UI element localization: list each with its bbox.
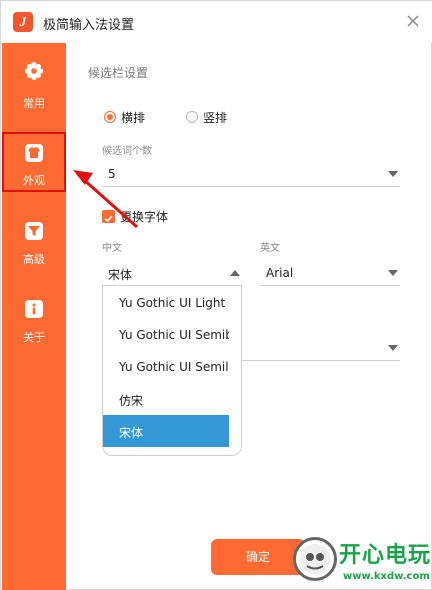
radio-dot — [186, 111, 198, 123]
sidebar-item-about[interactable]: 关于 — [2, 299, 66, 377]
sidebar-item-label: 常用 — [23, 97, 45, 110]
check-icon — [104, 215, 113, 223]
sidebar-item-label: 外观 — [23, 174, 45, 187]
chevron-down-icon — [388, 171, 398, 177]
candidate-count-select[interactable]: 5 — [102, 161, 400, 187]
sidebar-item-common[interactable]: 常用 — [2, 61, 66, 139]
info-icon — [25, 300, 43, 318]
option-label: 宋体 — [119, 426, 144, 440]
font-dropdown-list: Yu Gothic UI Light Yu Gothic UI Semib Yu… — [102, 286, 242, 456]
shirt-icon — [25, 144, 43, 162]
english-font-label: 英文 — [260, 243, 280, 254]
watermark: 开心电玩 www.kxdw.com — [293, 537, 432, 590]
radio-label: 横排 — [121, 111, 146, 125]
gamepad-icon — [300, 544, 330, 574]
option-label: 仿宋 — [119, 394, 144, 408]
checkbox-box — [102, 210, 115, 223]
dropdown-option[interactable]: Yu Gothic UI Semili — [103, 351, 231, 383]
sidebar-item-advanced[interactable]: 高级 — [2, 221, 66, 299]
select-value: Arial — [266, 266, 294, 280]
filter-icon — [25, 222, 43, 240]
watermark-text: 开心电玩 — [339, 543, 432, 568]
close-button[interactable] — [403, 11, 423, 31]
option-label: Yu Gothic UI Light — [119, 296, 226, 310]
chevron-down-icon — [388, 270, 398, 276]
option-label: Yu Gothic UI Semib — [119, 328, 231, 342]
settings-window: J 极简输入法设置 常用 外观 高级 关于 候选栏设置 横排 竖排 候选词个数 … — [0, 0, 432, 590]
app-logo: J — [13, 12, 33, 32]
radio-label: 竖排 — [203, 111, 228, 125]
hidden-select[interactable] — [242, 335, 400, 361]
section-title: 候选栏设置 — [88, 66, 149, 80]
sidebar: 常用 外观 高级 关于 — [2, 43, 66, 590]
close-icon — [407, 15, 419, 27]
sidebar-item-label: 高级 — [23, 253, 45, 266]
dropdown-option[interactable]: Yu Gothic UI Light — [103, 287, 231, 319]
chevron-down-icon — [388, 345, 398, 351]
chevron-up-icon — [230, 270, 240, 276]
radio-dot — [104, 111, 116, 123]
option-label: Yu Gothic UI Semili — [119, 360, 231, 374]
window-title: 极简输入法设置 — [43, 18, 135, 33]
dropdown-scrollbar[interactable] — [229, 286, 241, 455]
confirm-button[interactable]: 确定 — [211, 539, 305, 575]
dropdown-option[interactable]: Yu Gothic UI Semib — [103, 319, 231, 351]
select-value: 宋体 — [108, 268, 133, 282]
checkbox-label: 更换字体 — [120, 210, 169, 224]
watermark-logo — [293, 537, 337, 581]
sidebar-item-appearance[interactable]: 外观 — [2, 132, 66, 192]
english-font-select[interactable]: Arial — [260, 260, 400, 286]
dropdown-option[interactable]: 仿宋 — [103, 383, 231, 415]
gear-icon — [24, 61, 44, 81]
sidebar-item-label: 关于 — [23, 331, 45, 344]
chinese-font-select[interactable]: 宋体 — [102, 260, 242, 286]
candidate-count-label: 候选词个数 — [102, 146, 152, 157]
title-bar: J 极简输入法设置 — [1, 1, 432, 43]
dropdown-option-selected[interactable]: 宋体 — [103, 415, 231, 447]
select-value: 5 — [108, 167, 116, 181]
chinese-font-label: 中文 — [102, 243, 122, 254]
watermark-url: www.kxdw.com — [343, 571, 430, 582]
